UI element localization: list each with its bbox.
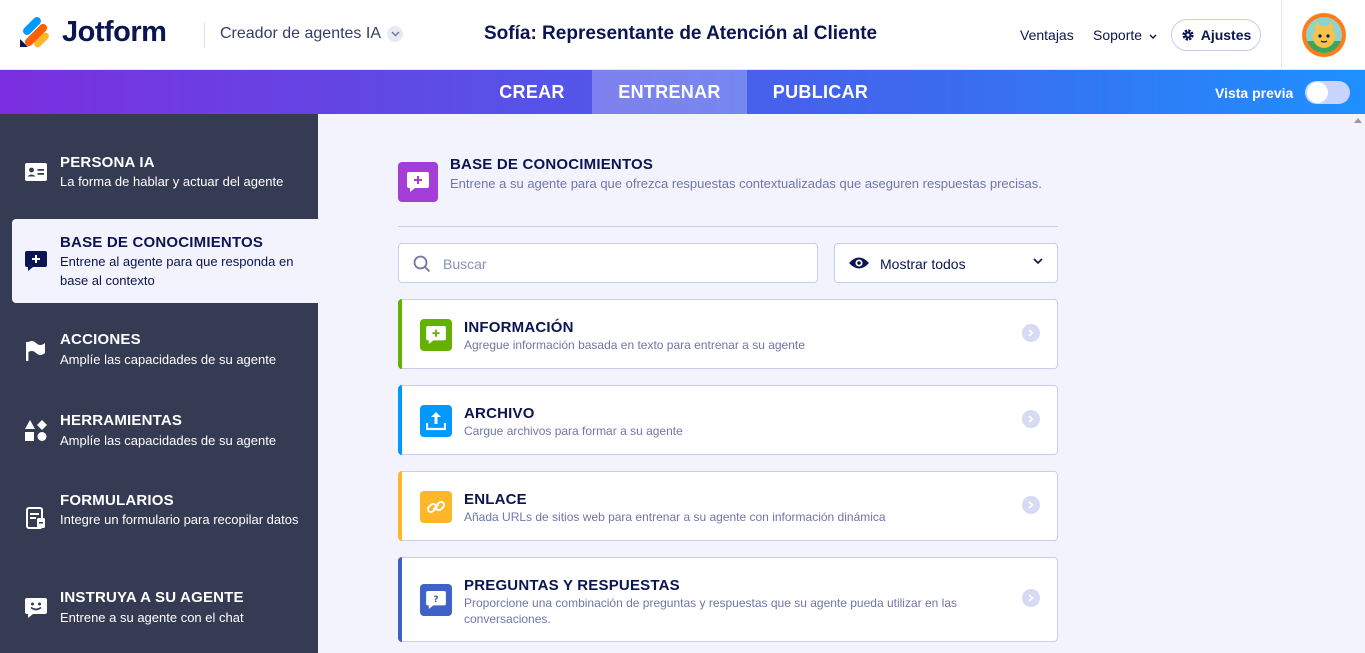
sidebar-item-desc: Integre un formulario para recopilar dat…: [60, 512, 299, 527]
jotform-logo[interactable]: Jotform: [18, 16, 167, 49]
card-description: Agregue información basada en texto para…: [464, 338, 805, 352]
sidebar-item-desc: Entrene a su agente con el chat: [60, 610, 244, 625]
sidebar-item-knowledge[interactable]: BASE DE CONOCIMIENTOS Entrene al agente …: [12, 219, 318, 303]
id-card-icon: [24, 160, 48, 184]
text-info-icon: [420, 319, 452, 351]
avatar-image: [1306, 17, 1342, 53]
card-information[interactable]: INFORMACIÓN Agregue información basada e…: [398, 299, 1058, 369]
flag-icon: [24, 338, 48, 362]
sidebar-item-title: FORMULARIOS: [60, 492, 174, 509]
chevron-right-icon: [1022, 410, 1040, 428]
form-icon: [24, 506, 48, 530]
card-description: Añada URLs de sitios web para entrenar a…: [464, 510, 886, 524]
nav-support-label: Soporte: [1093, 27, 1143, 43]
card-description: Proporcione una combinación de preguntas…: [464, 596, 957, 626]
page-description: Entrene a su agente para que ofrezca res…: [450, 176, 1042, 191]
preview-label: Vista previa: [1215, 85, 1294, 101]
card-accent-bar: [398, 557, 402, 642]
link-icon: [420, 491, 452, 523]
chevron-down-icon: [1033, 258, 1043, 265]
tab-create[interactable]: CREAR: [472, 70, 592, 114]
sidebar-item-title: BASE DE CONOCIMIENTOS: [60, 234, 264, 251]
scroll-up-arrow-icon[interactable]: [1354, 118, 1362, 123]
header-divider: [204, 22, 205, 48]
card-file[interactable]: ARCHIVO Cargue archivos para formar a su…: [398, 385, 1058, 455]
sidebar-item-title: HERRAMIENTAS: [60, 412, 183, 429]
tab-publish[interactable]: PUBLICAR: [747, 70, 894, 114]
brand-name: Jotform: [62, 16, 167, 48]
header-divider: [1281, 0, 1282, 70]
nav-sales-link[interactable]: Ventajas: [1020, 27, 1074, 43]
product-name: Creador de agentes IA: [220, 25, 381, 42]
search-input[interactable]: [443, 254, 803, 274]
card-title: ENLACE: [464, 491, 527, 508]
preview-toggle[interactable]: [1305, 81, 1350, 104]
sidebar-item-forms[interactable]: FORMULARIOS Integre un formulario para r…: [12, 476, 318, 556]
eye-icon: [849, 257, 869, 269]
sidebar-item-title: INSTRUYA A SU AGENTE: [60, 589, 244, 606]
upload-icon: [420, 405, 452, 437]
card-link[interactable]: ENLACE Añada URLs de sitios web para ent…: [398, 471, 1058, 541]
search-box: [398, 243, 818, 283]
knowledge-base-icon: [398, 162, 438, 202]
card-accent-bar: [398, 471, 402, 541]
sidebar-item-instruct[interactable]: INSTRUYA A SU AGENTE Entrene a su agente…: [12, 574, 318, 644]
card-qa[interactable]: ? PREGUNTAS Y RESPUESTAS Proporcione una…: [398, 557, 1058, 642]
toggle-knob: [1307, 82, 1328, 103]
chevron-down-icon: [387, 26, 403, 42]
filter-select[interactable]: Mostrar todos: [834, 243, 1058, 283]
svg-text:?: ?: [433, 595, 438, 605]
main-content: BASE DE CONOCIMIENTOS Entrene a su agent…: [318, 114, 1351, 653]
sidebar-item-actions[interactable]: ACCIONES Amplíe las capacidades de su ag…: [12, 314, 318, 384]
sidebar: PERSONA IA La forma de hablar y actuar d…: [0, 114, 318, 653]
product-switcher[interactable]: Creador de agentes IA: [220, 25, 403, 43]
card-title: ARCHIVO: [464, 405, 535, 422]
main-tabbar: CREAR ENTRENAR PUBLICAR: [0, 70, 1365, 114]
settings-label: Ajustes: [1200, 27, 1252, 43]
chat-smile-icon: [24, 596, 48, 620]
section-divider: [398, 226, 1058, 227]
chevron-right-icon: [1022, 496, 1040, 514]
card-accent-bar: [398, 299, 402, 369]
search-icon: [413, 255, 431, 273]
sidebar-item-desc: Entrene al agente para que responda en b…: [60, 254, 294, 288]
shapes-icon: [24, 419, 48, 443]
chevron-down-icon: [1149, 34, 1157, 39]
tab-train[interactable]: ENTRENAR: [592, 70, 747, 114]
card-title: PREGUNTAS Y RESPUESTAS: [464, 577, 680, 594]
sidebar-item-desc: La forma de hablar y actuar del agente: [60, 174, 284, 189]
sidebar-item-persona[interactable]: PERSONA IA La forma de hablar y actuar d…: [12, 132, 318, 212]
card-title: INFORMACIÓN: [464, 319, 574, 336]
qa-icon: ?: [420, 584, 452, 616]
sidebar-item-title: ACCIONES: [60, 331, 141, 348]
sidebar-item-title: PERSONA IA: [60, 154, 155, 171]
sidebar-item-tools[interactable]: HERRAMIENTAS Amplíe las capacidades de s…: [12, 395, 318, 465]
knowledge-icon: [24, 249, 48, 273]
page-title: BASE DE CONOCIMIENTOS: [450, 156, 654, 173]
jotform-logo-icon: [18, 16, 50, 49]
filter-label: Mostrar todos: [880, 256, 966, 272]
sidebar-item-desc: Amplíe las capacidades de su agente: [60, 433, 277, 448]
scrollbar[interactable]: [1351, 114, 1365, 653]
chevron-right-icon: [1022, 324, 1040, 342]
card-accent-bar: [398, 385, 402, 455]
agent-title[interactable]: Sofía: Representante de Atención al Clie…: [484, 23, 877, 45]
chevron-right-icon: [1022, 589, 1040, 607]
gear-icon: [1182, 29, 1194, 41]
nav-support-menu[interactable]: Soporte: [1093, 27, 1157, 43]
avatar[interactable]: [1302, 13, 1346, 57]
sidebar-item-desc: Amplíe las capacidades de su agente: [60, 352, 277, 367]
top-header: Jotform Creador de agentes IA Sofía: Rep…: [0, 0, 1365, 70]
settings-button[interactable]: Ajustes: [1171, 19, 1261, 51]
card-description: Cargue archivos para formar a su agente: [464, 424, 683, 438]
